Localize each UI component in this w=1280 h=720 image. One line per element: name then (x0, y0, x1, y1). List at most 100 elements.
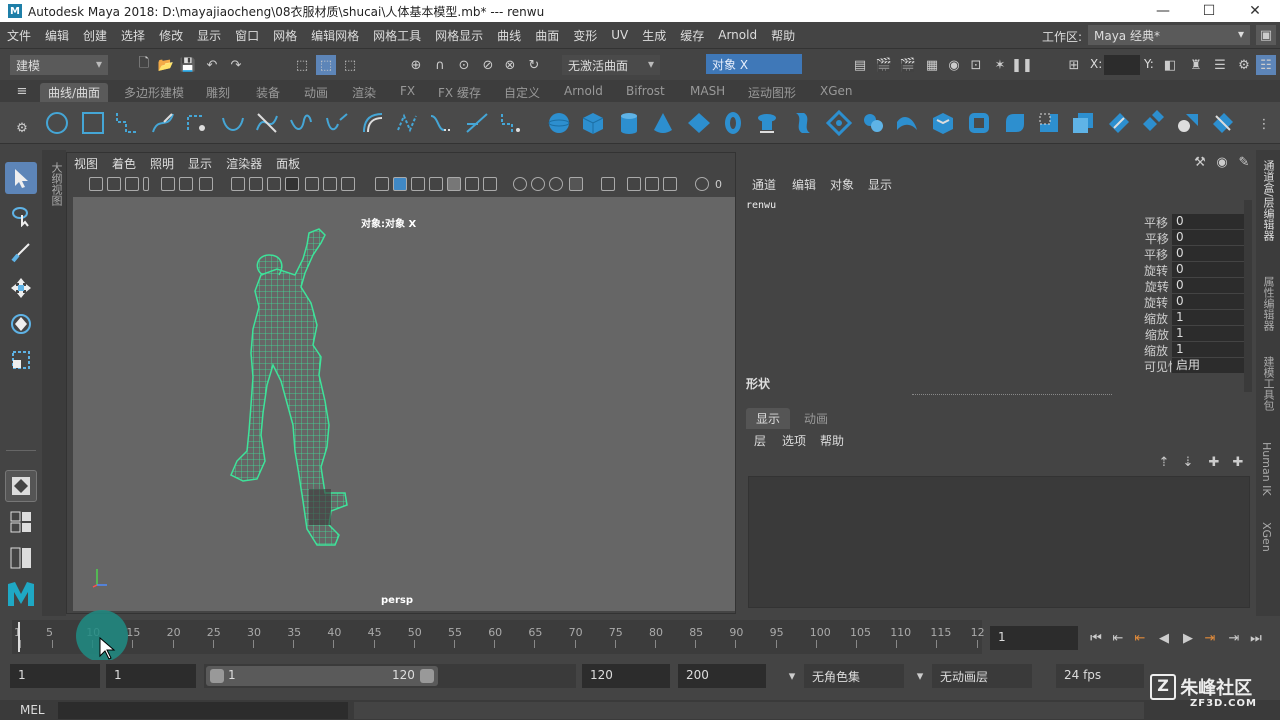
step-back-key-icon[interactable]: ⇤ (1108, 628, 1128, 648)
vp-menu-shading[interactable]: 着色 (105, 155, 143, 172)
range-bar-handle[interactable]: 1 120 (206, 666, 438, 686)
charset-arrow-icon[interactable]: ▾ (782, 666, 802, 686)
nurbs-sphere-icon[interactable] (546, 110, 572, 136)
snap-curve-icon[interactable]: ∩ (430, 55, 450, 75)
safe-title-icon[interactable] (341, 177, 355, 191)
two-d-pan-icon[interactable] (161, 177, 175, 191)
range-start-grip[interactable] (210, 669, 224, 683)
lasso-tool-icon[interactable] (5, 200, 37, 232)
channel-menu-edit[interactable]: 编辑 (792, 176, 816, 193)
go-to-start-icon[interactable]: ⏮ (1086, 628, 1106, 648)
menu-help[interactable]: 帮助 (764, 27, 802, 44)
trim-tool-icon[interactable] (1036, 110, 1062, 136)
revolve-icon[interactable] (754, 110, 780, 136)
detach-curves-icon[interactable] (324, 110, 350, 136)
attr-scale-y[interactable]: 缩放 Y1 (1122, 326, 1252, 342)
move-layer-down-icon[interactable]: ⇣ (1178, 452, 1198, 472)
current-time-indicator[interactable] (18, 622, 20, 652)
mel-label[interactable]: MEL (20, 703, 45, 717)
go-to-end-icon[interactable]: ⏭ (1246, 628, 1266, 648)
camera-attributes-icon[interactable] (107, 177, 121, 191)
pencil-curve-icon[interactable] (184, 110, 210, 136)
tab-rendering[interactable]: 渲染 (344, 83, 384, 102)
hypershade-icon[interactable]: ◉ (944, 55, 964, 75)
boundary-icon[interactable] (966, 110, 992, 136)
scale-tool-icon[interactable] (5, 344, 37, 376)
undo-icon[interactable]: ↶ (202, 55, 222, 75)
menu-edit[interactable]: 编辑 (38, 27, 76, 44)
menu-cache[interactable]: 缓存 (673, 27, 711, 44)
sidebar-toggle-icon[interactable]: ◧ (1160, 55, 1180, 75)
tool-settings-icon[interactable]: ⚙ (1234, 55, 1254, 75)
tab-sculpting[interactable]: 雕刻 (198, 83, 238, 102)
bezier-curve-icon[interactable] (254, 110, 280, 136)
birail-icon[interactable] (894, 110, 920, 136)
channel-scrollbar[interactable] (1244, 200, 1252, 392)
current-frame-field[interactable]: 1 (990, 626, 1078, 650)
select-hierarchy-icon[interactable]: ⬚ (292, 55, 312, 75)
mel-input[interactable] (58, 702, 348, 719)
bevel-plus-icon[interactable] (930, 110, 956, 136)
tab-bifrost[interactable]: Bifrost (618, 83, 673, 99)
wireframe-icon[interactable] (375, 177, 389, 191)
rtab-human-ik[interactable]: Human IK (1260, 442, 1273, 496)
square-surface-icon[interactable] (1002, 110, 1028, 136)
depth-of-field-icon[interactable] (569, 177, 583, 191)
move-tool-icon[interactable] (5, 272, 37, 304)
layer-tab-animation[interactable]: 动画 (804, 410, 828, 427)
tab-mash[interactable]: MASH (682, 83, 733, 99)
workspace-lock-icon[interactable]: ▣ (1256, 25, 1276, 45)
new-scene-icon[interactable]: 🗋 (134, 55, 154, 75)
close-button[interactable]: ✕ (1232, 0, 1278, 22)
smooth-shade-icon[interactable] (393, 177, 407, 191)
xray-icon[interactable] (447, 177, 461, 191)
detach-surfaces-icon[interactable] (1140, 110, 1166, 136)
open-close-surface-icon[interactable] (1176, 110, 1202, 136)
shelf-settings-icon[interactable]: ⚙ (12, 118, 32, 138)
playback-end-field[interactable]: 120 (582, 664, 670, 688)
nurbs-cube-icon[interactable] (580, 110, 606, 136)
light-editor-icon[interactable]: ✶ (990, 55, 1010, 75)
vp-menu-renderer[interactable]: 渲染器 (219, 155, 269, 172)
add-points-icon[interactable] (498, 110, 524, 136)
menu-window[interactable]: 窗口 (228, 27, 266, 44)
character-wireframe-model[interactable] (223, 225, 363, 555)
menu-mesh-tools[interactable]: 网格工具 (366, 27, 428, 44)
extend-curve-icon[interactable] (428, 110, 454, 136)
rtab-modeling-toolkit[interactable]: 建模工具包 (1260, 356, 1276, 411)
range-end-grip[interactable] (420, 669, 434, 683)
shelf-scroll-icon[interactable]: ⋮ (1254, 114, 1274, 134)
attr-rotate-y[interactable]: 旋转 Y0 (1122, 278, 1252, 294)
tab-poly-modeling[interactable]: 多边形建模 (116, 83, 192, 102)
open-scene-icon[interactable]: 📂 (156, 55, 176, 75)
shadows-icon[interactable] (483, 177, 497, 191)
insert-isoparm-icon[interactable] (1210, 110, 1236, 136)
multisample-aa-icon[interactable] (549, 177, 563, 191)
motion-blur-icon[interactable] (531, 177, 545, 191)
xray-active-icon[interactable] (645, 177, 659, 191)
menu-curves[interactable]: 曲线 (490, 27, 528, 44)
brush-icon[interactable] (199, 177, 213, 191)
time-ruler[interactable]: 1510152025303540455055606570758085909510… (12, 620, 985, 654)
range-bar[interactable]: 1 120 (204, 664, 576, 688)
paint-select-tool-icon[interactable] (5, 236, 37, 268)
new-empty-layer-icon[interactable]: ✚ (1204, 452, 1224, 472)
select-camera-icon[interactable] (89, 177, 103, 191)
snap-pivot-icon[interactable]: ↻ (524, 55, 544, 75)
four-view-layout-icon[interactable] (5, 506, 37, 538)
bookmarks-icon[interactable] (125, 177, 139, 191)
nurbs-cone-icon[interactable] (650, 110, 676, 136)
next-key-icon[interactable]: ⇥ (1200, 628, 1220, 648)
attr-translate-y[interactable]: 平移 Y0 (1122, 230, 1252, 246)
playback-start-field[interactable]: 1 (106, 664, 196, 688)
attr-rotate-z[interactable]: 旋转 Z0 (1122, 294, 1252, 310)
menu-generate[interactable]: 生成 (635, 27, 673, 44)
end-time-field[interactable]: 200 (678, 664, 766, 688)
cv-curve-icon[interactable] (114, 110, 140, 136)
attr-visibility[interactable]: 可见性 启用 (1122, 358, 1252, 374)
rotate-tool-icon[interactable] (5, 308, 37, 340)
exposure-icon[interactable] (695, 177, 709, 191)
arc-tool-icon[interactable] (220, 110, 246, 136)
step-forward-key-icon[interactable]: ⇥ (1224, 628, 1244, 648)
tab-rigging[interactable]: 装备 (248, 83, 288, 102)
